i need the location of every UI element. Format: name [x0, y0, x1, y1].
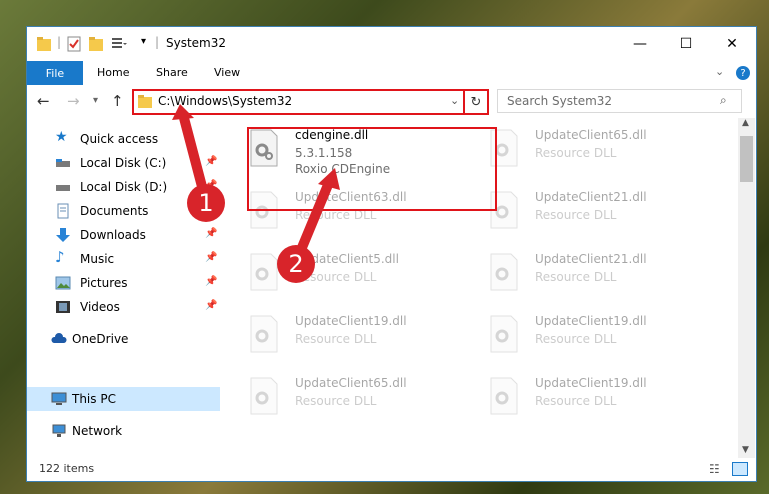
step-marker-2: 2: [277, 245, 315, 283]
annotation-arrows: [172, 104, 340, 264]
step-marker-1: 1: [187, 184, 225, 222]
